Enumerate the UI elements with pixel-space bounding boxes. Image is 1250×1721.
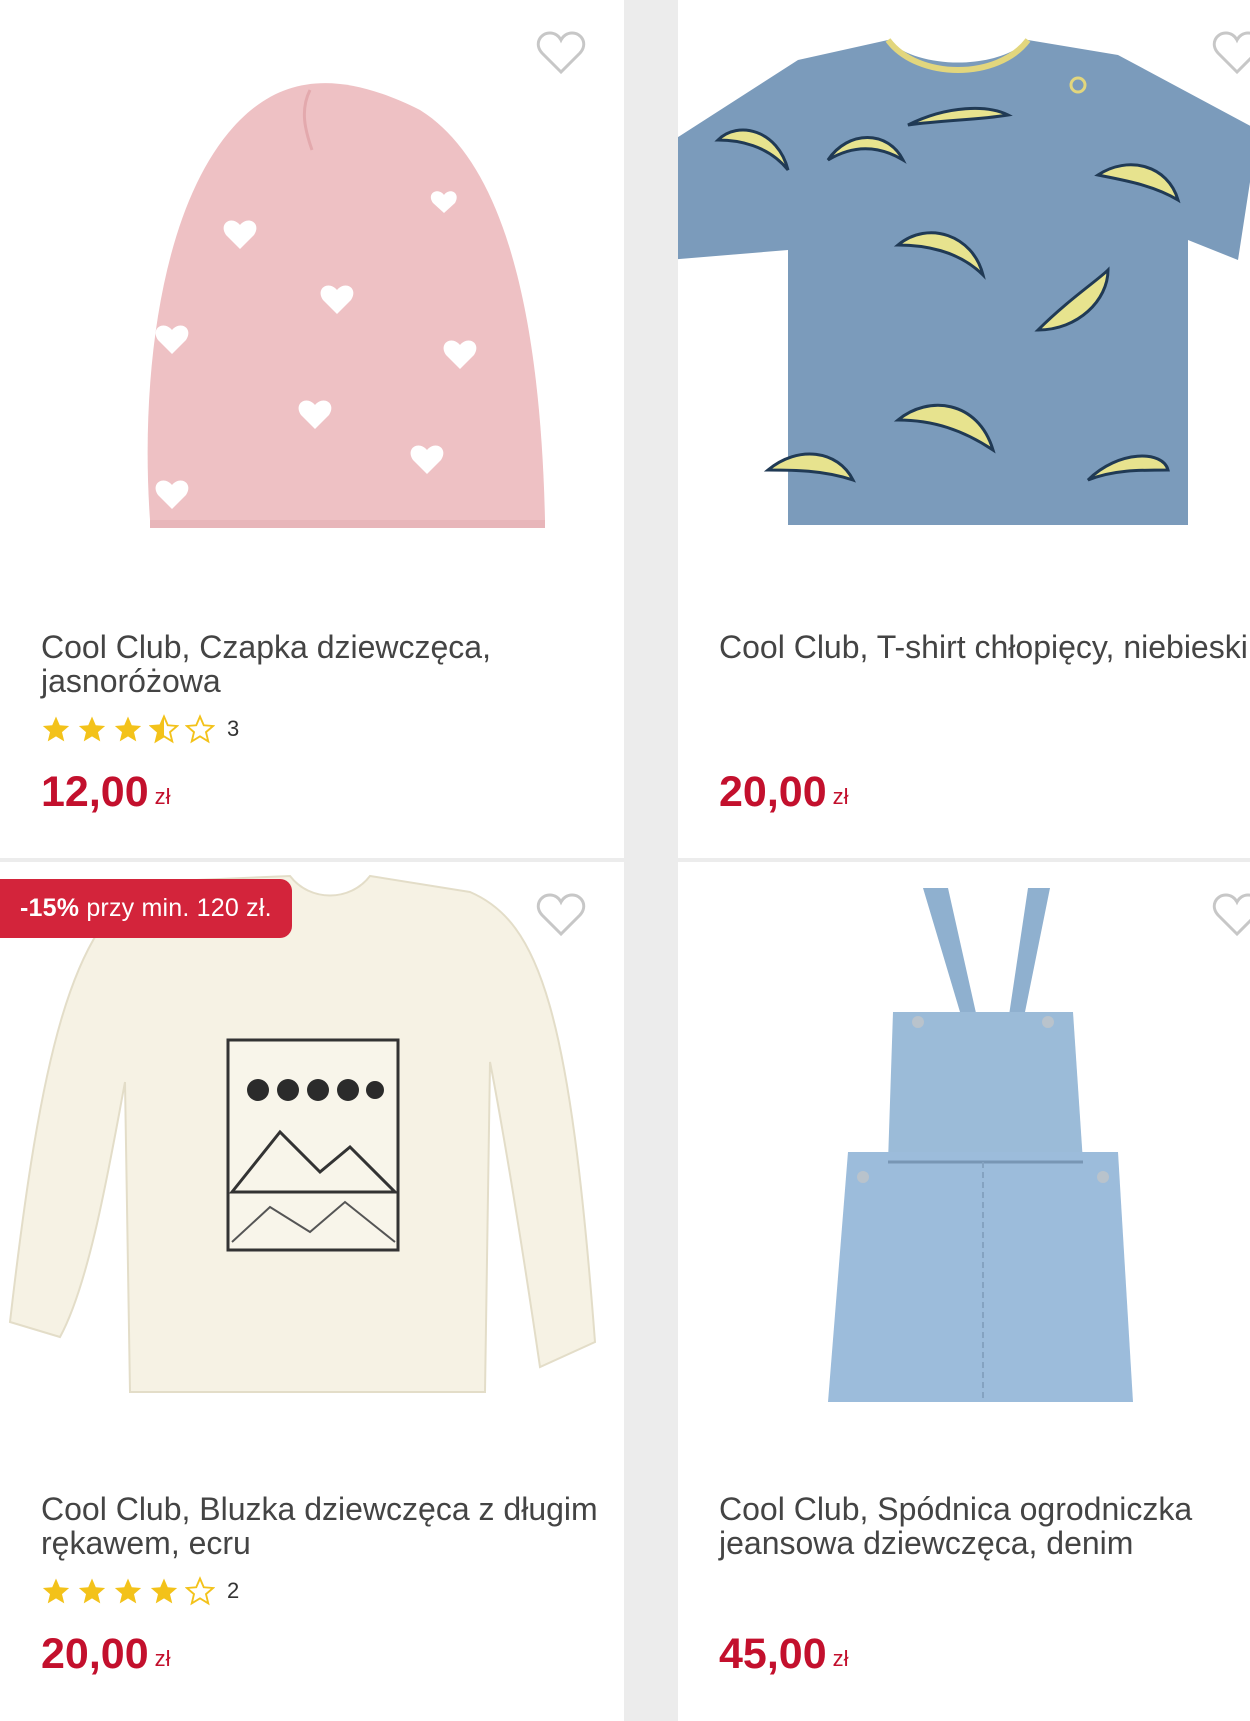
heart-outline-icon[interactable] [536,30,586,76]
promo-badge-discount: -15% [20,894,80,922]
product-image[interactable] [0,862,624,1452]
product-price: 20,00 zł [41,1630,171,1679]
product-price: 12,00 zł [41,768,171,817]
product-image[interactable] [678,0,1250,590]
star-empty-icon [185,714,215,744]
product-price: 20,00 zł [719,768,849,817]
product-image[interactable] [0,0,624,590]
star-full-icon [42,1578,70,1604]
product-image[interactable] [678,862,1250,1452]
star-full-icon [114,716,142,742]
product-name[interactable]: Cool Club, Bluzka dziewczęca z długim rę… [41,1492,601,1560]
star-empty-icon [185,1576,215,1606]
star-full-icon [42,716,70,742]
star-full-icon [150,1578,178,1604]
product-price: 45,00 zł [719,1630,849,1679]
star-full-icon [78,716,106,742]
star-full-icon [114,1578,142,1604]
product-card[interactable]: Cool Club, Czapka dziewczęca, jasnoróżow… [0,0,624,858]
product-rating: 3 [41,712,239,746]
price-value: 12,00 [41,768,149,816]
price-currency: zł [832,784,849,809]
promo-badge-text: przy min. 120 zł. [79,894,272,922]
price-value: 45,00 [719,1630,827,1678]
product-rating: 2 [41,1574,239,1608]
product-name[interactable]: Cool Club, Spódnica ogrodniczka jeansowa… [719,1492,1250,1560]
price-currency: zł [154,1646,171,1671]
product-name[interactable]: Cool Club, T-shirt chłopięcy, niebieski [719,630,1250,664]
heart-outline-icon[interactable] [1212,892,1250,938]
product-name[interactable]: Cool Club, Czapka dziewczęca, jasnoróżow… [41,630,601,698]
product-card[interactable]: Cool Club, T-shirt chłopięcy, niebieski … [678,0,1250,858]
rating-count: 2 [227,1578,240,1603]
rating-count: 3 [227,716,240,741]
heart-outline-icon[interactable] [1212,30,1250,76]
promo-badge: -15% przy min. 120 zł. [0,879,292,938]
heart-outline-icon[interactable] [536,892,586,938]
product-card[interactable]: Cool Club, Spódnica ogrodniczka jeansowa… [678,862,1250,1721]
price-currency: zł [832,1646,849,1671]
price-value: 20,00 [719,768,827,816]
price-currency: zł [154,784,171,809]
product-card[interactable]: -15% przy min. 120 zł. Cool Club, Bluzka… [0,862,624,1721]
star-full-icon [78,1578,106,1604]
price-value: 20,00 [41,1630,149,1678]
star-half-icon [149,714,179,744]
